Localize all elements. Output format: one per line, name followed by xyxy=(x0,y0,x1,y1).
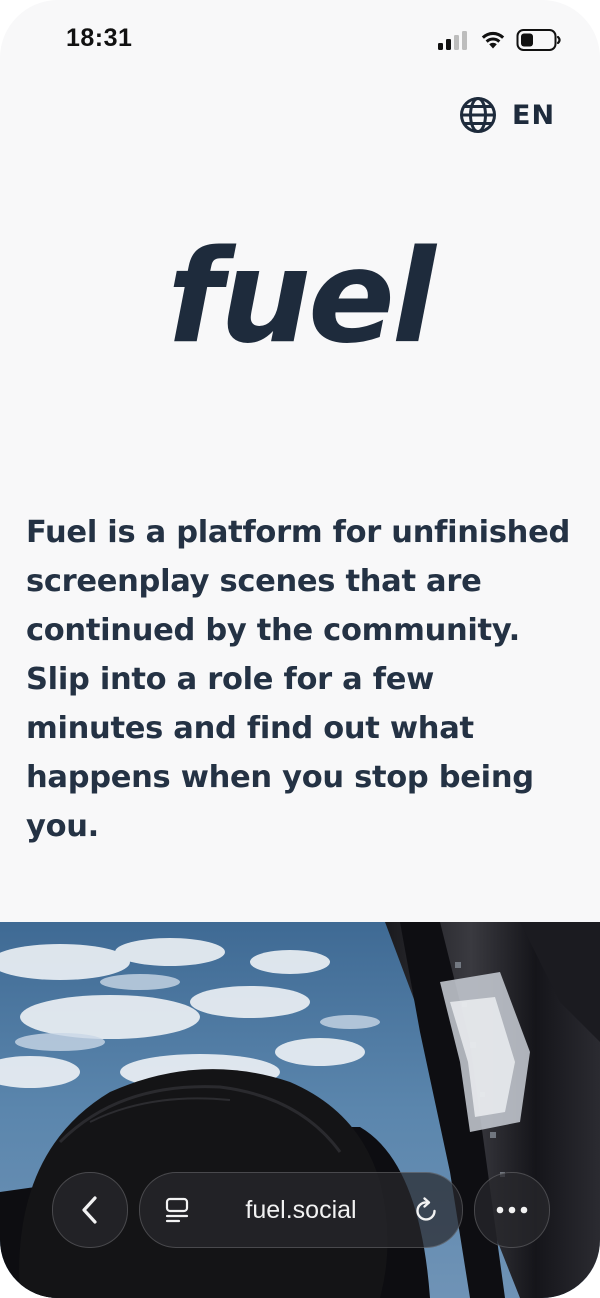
back-button[interactable] xyxy=(52,1172,128,1248)
more-button[interactable] xyxy=(474,1172,550,1248)
globe-icon xyxy=(460,97,496,133)
address-bar[interactable]: fuel.social xyxy=(139,1172,463,1248)
battery-icon xyxy=(516,29,561,51)
platform-description: Fuel is a platform for unfinished screen… xyxy=(26,515,571,844)
fuel-logo: fuel xyxy=(167,223,436,372)
cellular-signal-icon xyxy=(438,31,467,50)
reload-icon[interactable] xyxy=(412,1196,440,1224)
wifi-icon xyxy=(481,31,505,49)
language-label: EN xyxy=(512,99,556,131)
back-chevron-icon xyxy=(82,1196,97,1224)
language-selector[interactable]: EN xyxy=(458,94,555,136)
status-time: 18:31 xyxy=(66,24,133,52)
more-icon xyxy=(496,1206,528,1214)
status-bar: 18:31 xyxy=(0,0,600,80)
phone-screen: 18:31 EN fuel Fuel is a platform for unf… xyxy=(0,0,600,1298)
